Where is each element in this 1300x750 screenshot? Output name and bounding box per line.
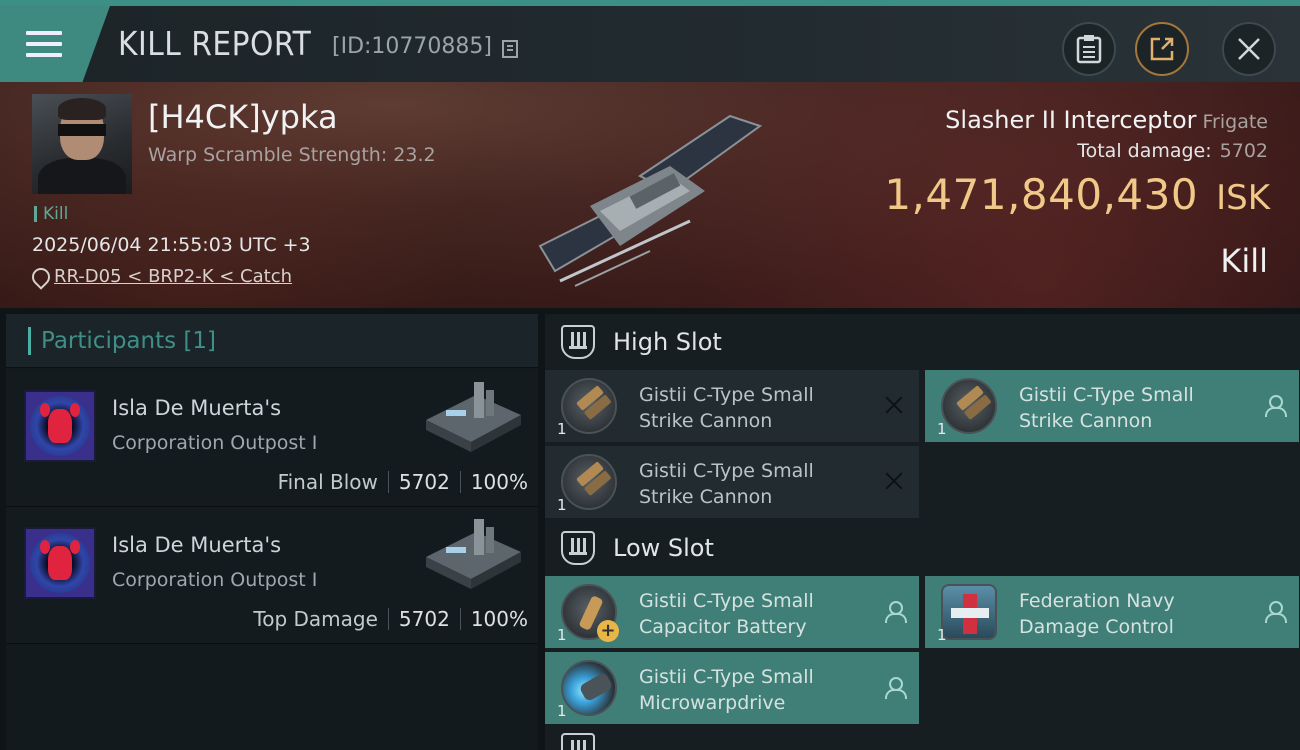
kill-status: Kill — [1220, 242, 1268, 280]
menu-button[interactable] — [0, 6, 110, 82]
warp-scramble-strength: Warp Scramble Strength: 23.2 — [148, 144, 436, 166]
module-item[interactable]: 1 Gistii C-Type Small Microwarpdrive — [545, 652, 919, 724]
kill-datetime: 2025/06/04 21:55:03 UTC +3 — [32, 234, 311, 256]
participant-role: Top Damage — [253, 607, 378, 631]
participants-header: Participants [1] — [6, 314, 538, 368]
participant-stats: Final Blow 5702 100% — [278, 470, 528, 494]
person-icon — [1263, 600, 1287, 623]
participants-panel: Participants [1] Isla De Muerta's Corpor… — [6, 314, 538, 750]
page-title: KILL REPORT — [118, 24, 312, 63]
clipboard-button[interactable] — [1062, 22, 1116, 76]
strike-cannon-icon — [561, 378, 617, 434]
module-name: Gistii C-Type Small Strike Cannon — [639, 384, 814, 432]
high-slot-icon — [561, 325, 595, 359]
outpost-image — [426, 382, 521, 452]
capacitor-battery-icon — [561, 584, 619, 642]
module-name: Gistii C-Type Small Strike Cannon — [1019, 384, 1194, 432]
module-item[interactable]: 1 Gistii C-Type Small Strike Cannon — [925, 370, 1299, 442]
location-link[interactable]: RR-D05 < BRP2-K < Catch — [32, 266, 292, 287]
low-slot-icon — [561, 531, 595, 565]
destroyed-x-icon — [883, 394, 905, 416]
module-quantity: 1 — [557, 420, 567, 438]
next-slot-header — [545, 728, 1300, 750]
destroyed-x-icon — [883, 470, 905, 492]
module-quantity: 1 — [557, 626, 567, 644]
hamburger-menu-icon — [26, 31, 62, 57]
location-text[interactable]: RR-D05 < BRP2-K < Catch — [54, 266, 292, 287]
low-slot-title: Low Slot — [613, 534, 714, 562]
ship-class: Frigate — [1202, 111, 1268, 133]
module-item[interactable]: 1 Gistii C-Type SmallCapacitor Battery — [545, 576, 919, 648]
microwarpdrive-icon — [561, 660, 617, 716]
module-quantity: 1 — [557, 496, 567, 514]
damage-control-icon — [941, 584, 997, 640]
share-button[interactable] — [1135, 22, 1189, 76]
outpost-image — [426, 519, 521, 589]
copy-icon[interactable] — [502, 40, 518, 58]
participant-name: Isla De Muerta's — [112, 396, 282, 420]
high-slot-header: High Slot — [545, 314, 1300, 370]
module-quantity: 1 — [937, 626, 947, 644]
participant-percent: 100% — [470, 607, 528, 631]
participant-role: Final Blow — [277, 470, 378, 494]
module-quantity: 1 — [937, 420, 947, 438]
slot-icon — [561, 733, 595, 750]
corp-logo — [24, 390, 96, 462]
person-icon — [883, 676, 907, 699]
total-damage: Total damage: 5702 — [1077, 140, 1268, 162]
close-icon — [1238, 38, 1260, 60]
module-item[interactable]: 1 Gistii C-Type Small Strike Cannon — [545, 446, 919, 518]
ship-image — [538, 114, 763, 287]
isk-unit: ISK — [1216, 178, 1270, 218]
victim-name[interactable]: [H4CK]ypka — [148, 98, 338, 136]
victim-portrait[interactable] — [32, 94, 132, 194]
share-icon — [1150, 37, 1174, 61]
fitting-panel: High Slot 1 Gistii C-Type Small Strike Ca… — [545, 314, 1300, 750]
module-item[interactable]: 1 Gistii C-Type Small Strike Cannon — [545, 370, 919, 442]
location-pin-icon — [32, 268, 46, 286]
total-damage-label: Total damage: — [1077, 140, 1212, 162]
participant-name: Isla De Muerta's — [112, 533, 282, 557]
participant-stats: Top Damage 5702 100% — [253, 607, 528, 631]
low-slot-header: Low Slot — [545, 520, 1300, 576]
module-name: Federation Navy Damage Control — [1019, 590, 1175, 638]
participants-title: Participants [1] — [41, 327, 216, 354]
module-name: Gistii C-Type Small Microwarpdrive — [639, 666, 814, 714]
person-icon — [883, 600, 907, 623]
module-item[interactable]: 1 Federation Navy Damage Control — [925, 576, 1299, 648]
report-id: [ID:10770885] — [332, 34, 492, 59]
participant-type: Corporation Outpost I — [112, 569, 318, 591]
isk-value: 1,471,840,430 — [884, 170, 1199, 219]
victim-banner: [H4CK]ypka Warp Scramble Strength: 23.2 … — [0, 82, 1300, 308]
module-name: Gistii C-Type Small Strike Cannon — [639, 460, 814, 508]
ship-name[interactable]: Slasher II Interceptor — [945, 106, 1196, 134]
ship-name-row[interactable]: Slasher II Interceptor Frigate — [945, 106, 1268, 134]
corp-logo — [24, 527, 96, 599]
isk-value-row: 1,471,840,430 ISK — [884, 170, 1270, 219]
participant-row[interactable]: Isla De Muerta's Corporation Outpost I F… — [6, 370, 538, 507]
high-slot-title: High Slot — [613, 328, 722, 356]
person-icon — [1263, 394, 1287, 417]
strike-cannon-icon — [941, 378, 997, 434]
participant-row[interactable]: Isla De Muerta's Corporation Outpost I T… — [6, 507, 538, 644]
participant-percent: 100% — [470, 470, 528, 494]
clipboard-icon — [1076, 35, 1102, 64]
kill-tag: Kill — [34, 206, 68, 223]
module-quantity: 1 — [557, 702, 567, 720]
close-button[interactable] — [1222, 22, 1276, 76]
participant-damage: 5702 — [398, 470, 450, 494]
participant-damage: 5702 — [398, 607, 450, 631]
participant-type: Corporation Outpost I — [112, 432, 318, 454]
strike-cannon-icon — [561, 454, 617, 510]
total-damage-value: 5702 — [1219, 140, 1268, 162]
header-bar: KILL REPORT [ID:10770885] — [0, 0, 1300, 82]
module-name: Gistii C-Type Small Capacitor Battery — [639, 590, 814, 638]
